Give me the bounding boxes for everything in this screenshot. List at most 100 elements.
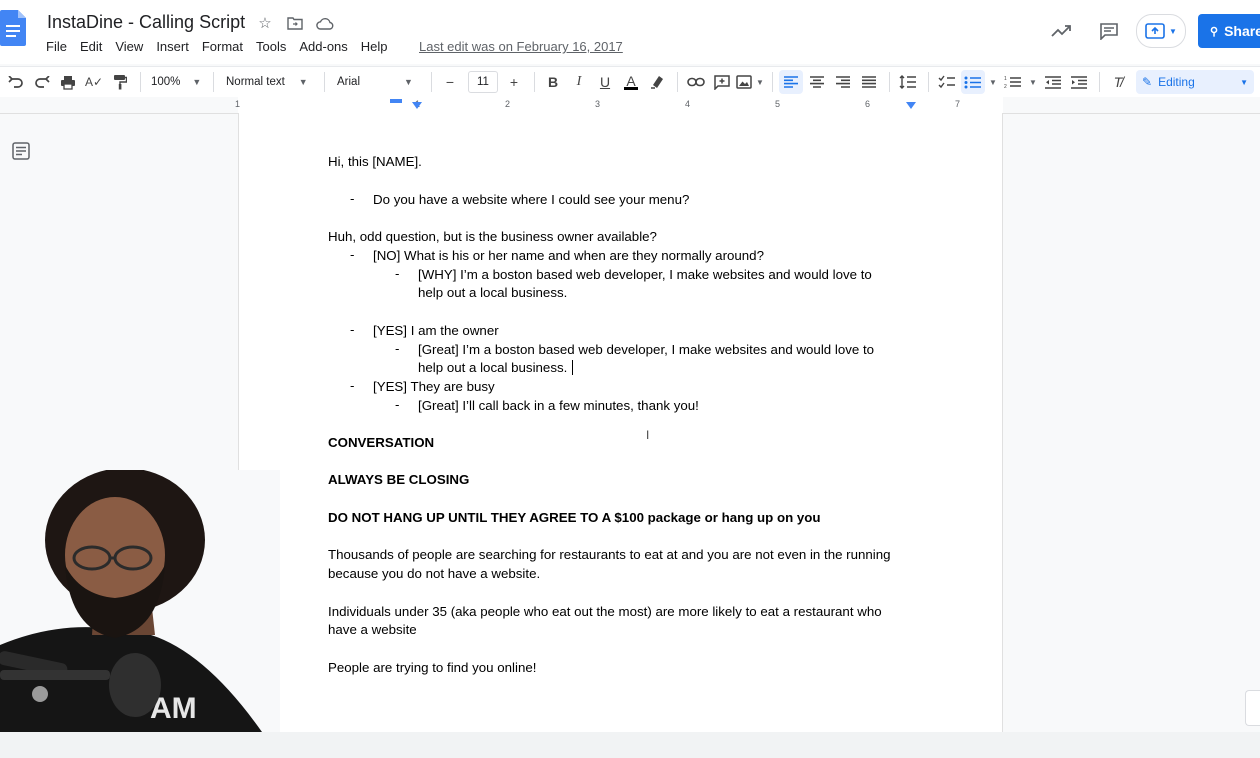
align-justify-icon[interactable] <box>857 70 881 94</box>
cloud-saved-icon[interactable] <box>315 13 335 33</box>
lock-icon: ⚲ <box>1210 25 1219 38</box>
left-indent-marker[interactable] <box>412 102 422 109</box>
doc-line: [YES] I am the owner <box>373 323 499 338</box>
spellcheck-icon[interactable]: A✓ <box>82 70 106 94</box>
bullet-marker: - <box>350 322 355 337</box>
bold-icon[interactable]: B <box>541 70 565 94</box>
docs-logo-icon[interactable] <box>0 10 26 46</box>
line-spacing-icon[interactable] <box>896 70 920 94</box>
style-value: Normal text <box>226 76 285 88</box>
doc-line: [WHY] I’m a boston based web developer, … <box>418 267 872 282</box>
clear-formatting-icon[interactable]: T̸ <box>1106 70 1130 94</box>
last-edit-link[interactable]: Last edit was on February 16, 2017 <box>419 39 623 54</box>
divider <box>927 72 929 92</box>
align-center-icon[interactable] <box>805 70 829 94</box>
font-select[interactable]: Arial ▼ <box>331 70 425 94</box>
right-indent-marker[interactable] <box>906 102 916 109</box>
numbered-list-icon[interactable]: 12 <box>1001 70 1025 94</box>
doc-line: People are trying to find you online! <box>328 660 537 675</box>
zoom-select[interactable]: 100% ▼ <box>147 70 207 94</box>
doc-line: [Great] I’m a boston based web developer… <box>418 342 875 357</box>
italic-icon[interactable]: I <box>567 70 591 94</box>
text-color-icon[interactable]: A <box>619 70 643 94</box>
star-icon[interactable]: ☆ <box>255 13 275 33</box>
horizontal-ruler[interactable]: 1 1 2 3 4 5 6 7 <box>0 97 1260 114</box>
insert-image-icon[interactable]: ▼ <box>736 70 764 94</box>
menu-format[interactable]: Format <box>202 39 243 54</box>
share-button[interactable]: ⚲ Share <box>1198 14 1260 48</box>
comments-icon[interactable] <box>1096 18 1122 44</box>
menu-help[interactable]: Help <box>361 39 388 54</box>
top-bar: InstaDine - Calling Script ☆ File Edit V… <box>0 0 1260 64</box>
ruler-number: 7 <box>955 99 961 109</box>
svg-text:2: 2 <box>1004 84 1007 89</box>
decrease-font-size-button[interactable]: − <box>438 70 462 94</box>
increase-font-size-button[interactable]: + <box>502 70 526 94</box>
doc-line: have a website <box>328 622 417 637</box>
chevron-down-icon: ▼ <box>1240 77 1248 87</box>
editing-mode-select[interactable]: ✎ Editing ▼ <box>1136 70 1254 94</box>
dropdown-arrow-icon: ▼ <box>298 77 308 87</box>
align-right-icon[interactable] <box>831 70 855 94</box>
paragraph-style-select[interactable]: Normal text ▼ <box>220 70 318 94</box>
first-line-indent-marker[interactable] <box>390 99 402 103</box>
doc-line: [YES] They are busy <box>373 379 495 394</box>
menu-addons[interactable]: Add-ons <box>299 39 347 54</box>
dropdown-arrow-icon: ▼ <box>404 77 413 87</box>
bullet-marker: - <box>395 341 400 356</box>
explore-button[interactable] <box>1245 690 1260 726</box>
bulleted-list-icon[interactable] <box>960 70 985 94</box>
checklist-icon[interactable] <box>935 70 959 94</box>
font-size-input[interactable]: 11 <box>468 71 498 93</box>
document-title[interactable]: InstaDine - Calling Script <box>47 12 245 33</box>
divider <box>431 72 432 92</box>
zoom-value: 100% <box>151 76 181 88</box>
divider <box>888 72 890 92</box>
menu-insert[interactable]: Insert <box>156 39 189 54</box>
bullet-marker: - <box>350 247 355 262</box>
menu-edit[interactable]: Edit <box>80 39 102 54</box>
doc-line: Huh, odd question, but is the business o… <box>328 229 657 244</box>
ruler-number: 4 <box>685 99 691 109</box>
bulleted-list-dropdown-icon[interactable]: ▼ <box>987 70 999 94</box>
redo-icon[interactable] <box>30 70 54 94</box>
highlight-color-icon[interactable] <box>645 70 669 94</box>
doc-line: help out a local business. <box>418 285 568 300</box>
divider <box>771 72 773 92</box>
bullet-marker: - <box>395 266 400 281</box>
divider <box>213 72 214 92</box>
doc-line: Thousands of people are searching for re… <box>328 547 891 562</box>
text-cursor <box>572 360 574 375</box>
menu-tools[interactable]: Tools <box>256 39 286 54</box>
paint-format-icon[interactable] <box>108 70 132 94</box>
bullet-marker: - <box>395 397 400 412</box>
ruler-page-area <box>238 97 1003 113</box>
undo-icon[interactable] <box>4 70 28 94</box>
numbered-list-dropdown-icon[interactable]: ▼ <box>1027 70 1039 94</box>
divider <box>1098 72 1100 92</box>
present-button[interactable]: ▼ <box>1136 14 1186 48</box>
chevron-down-icon: ▼ <box>1169 26 1177 36</box>
insert-comment-icon[interactable] <box>710 70 734 94</box>
document-outline-icon[interactable] <box>11 141 31 161</box>
align-left-icon[interactable] <box>778 70 803 94</box>
ruler-number: 2 <box>505 99 511 109</box>
divider <box>324 72 325 92</box>
bottom-strip <box>0 732 1260 758</box>
move-folder-icon[interactable] <box>285 13 305 33</box>
presenter-video: AM <box>0 470 280 732</box>
pencil-icon: ✎ <box>1142 75 1153 89</box>
decrease-indent-icon[interactable] <box>1041 70 1065 94</box>
print-icon[interactable] <box>56 70 80 94</box>
activity-trend-icon[interactable] <box>1048 18 1074 44</box>
underline-icon[interactable]: U <box>593 70 617 94</box>
ruler-number: 6 <box>865 99 871 109</box>
doc-heading: ALWAYS BE CLOSING <box>328 472 470 487</box>
increase-indent-icon[interactable] <box>1067 70 1091 94</box>
doc-line: [Great] I’ll call back in a few minutes,… <box>418 398 699 413</box>
font-size-control: − 11 + <box>438 70 528 94</box>
menu-view[interactable]: View <box>115 39 143 54</box>
divider <box>140 72 141 92</box>
menu-file[interactable]: File <box>46 39 67 54</box>
insert-link-icon[interactable] <box>684 70 708 94</box>
